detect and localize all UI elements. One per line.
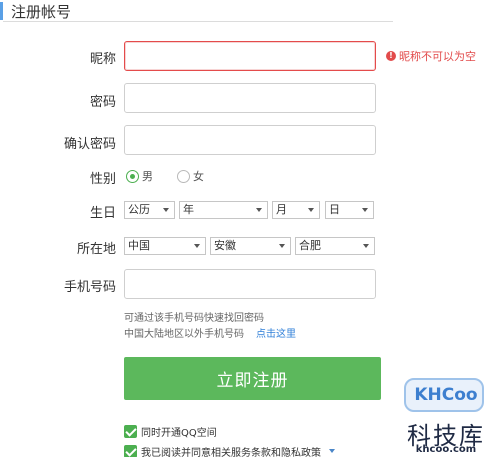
title-accent-bar bbox=[0, 2, 3, 20]
radio-checked-icon bbox=[126, 169, 139, 183]
country-select[interactable]: 中国 bbox=[124, 237, 206, 255]
foreign-phone-hint-text: 中国大陆地区以外手机号码 bbox=[124, 329, 244, 340]
click-here-link[interactable]: 点击这里 bbox=[256, 329, 296, 340]
page-header: 注册帐号 bbox=[0, 0, 500, 24]
gender-female-label: 女 bbox=[193, 170, 204, 183]
nickname-error-text: 昵称不可以为空 bbox=[399, 50, 476, 63]
chevron-down-icon bbox=[194, 244, 200, 248]
location-label: 所在地 bbox=[76, 242, 116, 257]
terms-checkbox-label: 我已阅读并同意相关服务条款和隐私政策 bbox=[141, 447, 321, 457]
phone-hint: 可通过该手机号码快速找回密码 bbox=[124, 313, 264, 324]
nickname-input[interactable] bbox=[124, 41, 376, 71]
confirm-password-label: 确认密码 bbox=[63, 137, 116, 152]
title-divider bbox=[3, 21, 393, 22]
error-icon: ! bbox=[386, 51, 396, 61]
province-value: 安徽 bbox=[214, 239, 236, 252]
terms-checkbox[interactable]: 我已阅读并同意相关服务条款和隐私政策 bbox=[124, 444, 335, 457]
country-value: 中国 bbox=[128, 239, 150, 252]
chevron-down-icon[interactable] bbox=[329, 449, 335, 453]
birth-year-value: 年 bbox=[183, 203, 194, 216]
nickname-label: 昵称 bbox=[89, 52, 116, 67]
page-title: 注册帐号 bbox=[11, 3, 72, 21]
chevron-down-icon bbox=[163, 208, 169, 212]
calendar-type-select[interactable]: 公历 bbox=[124, 201, 175, 219]
gender-radio-male[interactable]: 男 bbox=[126, 168, 153, 184]
chevron-down-icon bbox=[362, 208, 368, 212]
chevron-down-icon bbox=[279, 244, 285, 248]
logo-badge-text: KHCoo bbox=[414, 385, 478, 405]
password-input[interactable] bbox=[124, 83, 376, 113]
birthday-label: 生日 bbox=[89, 206, 116, 221]
chevron-down-icon bbox=[308, 208, 314, 212]
gender-label: 性别 bbox=[89, 172, 116, 187]
register-button[interactable]: 立即注册 bbox=[124, 357, 381, 400]
province-select[interactable]: 安徽 bbox=[210, 237, 291, 255]
chevron-down-icon bbox=[363, 244, 369, 248]
gender-radio-female[interactable]: 女 bbox=[177, 168, 204, 184]
city-select[interactable]: 合肥 bbox=[295, 237, 375, 255]
logo-url: khcoo.com bbox=[415, 444, 477, 455]
chevron-down-icon bbox=[256, 208, 262, 212]
password-label: 密码 bbox=[89, 95, 116, 110]
nickname-error: ! 昵称不可以为空 bbox=[386, 48, 476, 64]
checkbox-checked-icon bbox=[124, 444, 137, 457]
radio-unchecked-icon bbox=[177, 169, 190, 183]
phone-label: 手机号码 bbox=[63, 280, 116, 295]
birth-day-value: 日 bbox=[329, 203, 340, 216]
birth-month-select[interactable]: 月 bbox=[272, 201, 320, 219]
logo-badge: KHCoo bbox=[404, 378, 484, 412]
calendar-type-value: 公历 bbox=[128, 203, 150, 216]
foreign-phone-hint: 中国大陆地区以外手机号码 点击这里 bbox=[124, 325, 296, 340]
birth-month-value: 月 bbox=[276, 203, 287, 216]
qzone-checkbox-label: 同时开通QQ空间 bbox=[141, 427, 217, 439]
confirm-password-input[interactable] bbox=[124, 125, 376, 155]
birth-year-select[interactable]: 年 bbox=[179, 201, 268, 219]
birth-day-select[interactable]: 日 bbox=[325, 201, 374, 219]
qzone-checkbox[interactable]: 同时开通QQ空间 bbox=[124, 424, 217, 439]
city-value: 合肥 bbox=[299, 239, 321, 252]
checkbox-checked-icon bbox=[124, 424, 137, 438]
gender-male-label: 男 bbox=[142, 170, 153, 183]
khcoo-watermark-logo: KHCoo 科技库 khcoo.com bbox=[398, 378, 498, 456]
phone-input[interactable] bbox=[124, 269, 376, 299]
